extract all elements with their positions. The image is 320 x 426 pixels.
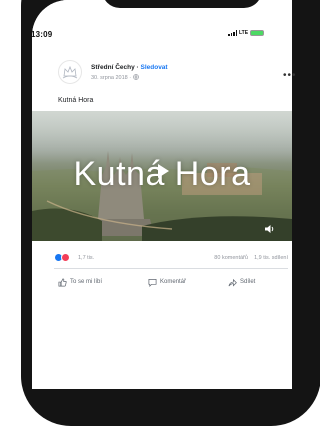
- post-stats: 1,7 tis. 80 komentářů 1,9 tis. sdílení: [54, 252, 288, 264]
- comment-icon: [148, 278, 157, 287]
- share-button[interactable]: Sdílet: [228, 274, 255, 290]
- thumbs-up-icon: [58, 278, 67, 286]
- post-date[interactable]: 30. srpna 2018 ·: [91, 75, 133, 81]
- follow-link[interactable]: Sledovat: [141, 64, 168, 71]
- play-icon[interactable]: [158, 164, 169, 178]
- more-options-button[interactable]: •••: [283, 70, 297, 81]
- stats-divider: [54, 268, 288, 269]
- speaker-icon[interactable]: [264, 224, 276, 234]
- like-label: To se mi líbí: [70, 279, 103, 285]
- comment-count[interactable]: 80 komentářů: [214, 255, 248, 261]
- page-avatar[interactable]: [58, 60, 82, 84]
- post-meta: 30. srpna 2018 ·: [91, 74, 139, 81]
- post-caption: Kutná Hora: [58, 97, 94, 104]
- comment-label: Komentář: [160, 279, 187, 285]
- post-actions: To se mi líbí Komentář Sdílet: [54, 274, 288, 290]
- share-arrow-icon: [228, 278, 237, 287]
- page-name-link[interactable]: Střední Čechy: [91, 64, 135, 71]
- share-count[interactable]: 1,9 tis. sdílení: [254, 255, 288, 261]
- crown-logo-icon: [62, 65, 78, 79]
- reaction-icons[interactable]: [54, 253, 70, 262]
- page-name-line: Střední Čechy · Sledovat: [91, 64, 168, 71]
- share-label: Sdílet: [240, 279, 256, 285]
- globe-icon: [132, 74, 139, 80]
- comment-button[interactable]: Komentář: [148, 274, 186, 290]
- engagement-counts: 80 komentářů 1,9 tis. sdílení: [214, 255, 288, 261]
- like-button[interactable]: To se mi líbí: [58, 274, 102, 290]
- love-reaction-icon: [61, 253, 70, 262]
- post-header: Střední Čechy · Sledovat 30. srpna 2018 …: [58, 60, 296, 90]
- video-player[interactable]: Kutná Hora: [32, 111, 292, 241]
- reaction-count[interactable]: 1,7 tis.: [78, 255, 94, 261]
